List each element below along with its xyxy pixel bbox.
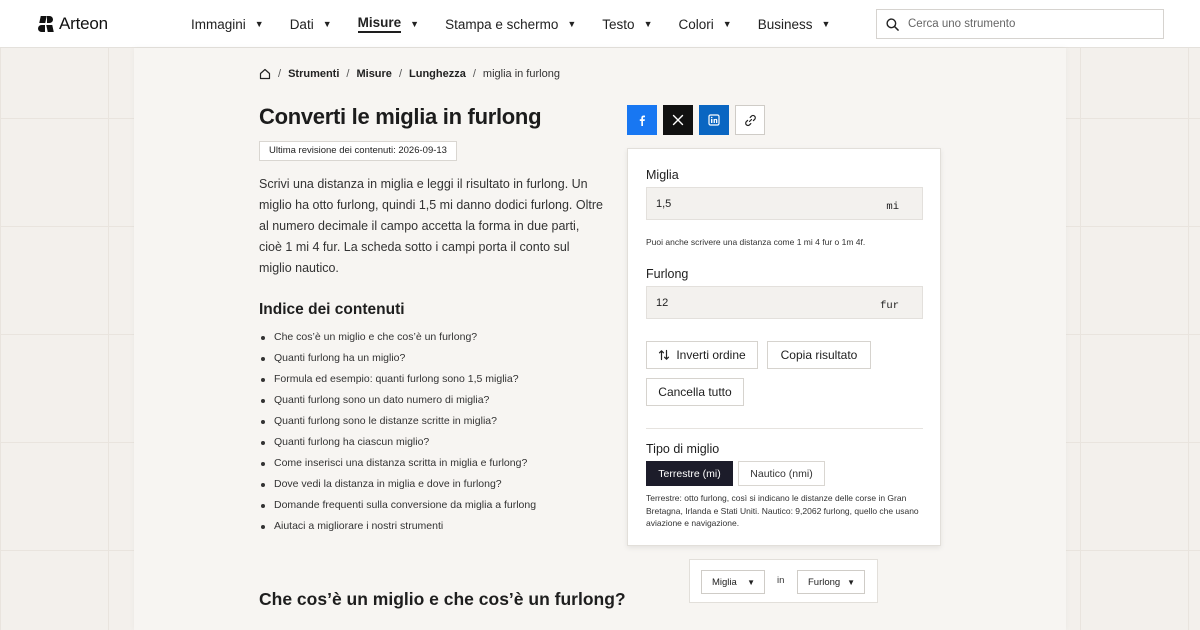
x-icon	[672, 114, 684, 126]
from-unit-value: Miglia	[712, 576, 737, 588]
intro-paragraph: Scrivi una distanza in miglia e leggi il…	[259, 177, 603, 275]
miles-unit: mi	[886, 200, 899, 213]
swap-button[interactable]: Inverti ordine	[646, 341, 758, 369]
nav-item-immagini[interactable]: Immagini ▼	[191, 17, 264, 32]
page-title: Converti le miglia in furlong	[259, 104, 542, 129]
nav-label: Stampa e schermo	[445, 16, 559, 32]
breadcrumb-separator: /	[472, 68, 476, 80]
clear-all-label: Cancella tutto	[658, 385, 732, 399]
search-input[interactable]	[908, 18, 1148, 30]
copy-result-button[interactable]: Copia risultato	[767, 341, 871, 369]
toc-link[interactable]: Aiutaci a migliorare i nostri strumenti	[259, 516, 536, 537]
breadcrumb-current: miglia in furlong	[482, 68, 560, 80]
home-icon[interactable]	[259, 68, 271, 80]
miles-value: 1,5	[656, 197, 672, 210]
converter-card: Miglia 1,5 mi Puoi anche scrivere una di…	[627, 148, 941, 546]
mile-type-terrestre[interactable]: Terrestre (mi)	[646, 461, 733, 486]
nav-label: Business	[757, 16, 813, 32]
breadcrumb-item-strumenti[interactable]: Strumenti	[288, 68, 339, 80]
toc-link[interactable]: Quanti furlong sono le distanze scritte …	[259, 411, 536, 432]
brand-name: Arteon	[59, 14, 108, 33]
swap-arrows-icon	[659, 349, 670, 361]
clear-all-button[interactable]: Cancella tutto	[646, 378, 744, 406]
nav-label: Testo	[602, 16, 635, 32]
nav-item-colori[interactable]: Colori ▼	[679, 17, 732, 32]
nav-item-testo[interactable]: Testo ▼	[602, 17, 652, 32]
breadcrumb-separator: /	[278, 68, 282, 80]
mile-type-nautico[interactable]: Nautico (nmi)	[738, 461, 825, 486]
toc-title: Indice dei contenuti	[259, 301, 405, 318]
unit-selector-bar: Miglia ▼ in Furlong ▼	[689, 559, 878, 603]
to-unit-select[interactable]: Furlong ▼	[797, 570, 865, 594]
caret-down-icon: ▼	[821, 19, 831, 29]
furlong-label: Furlong	[646, 267, 689, 281]
breadcrumb-item-lunghezza[interactable]: Lunghezza	[409, 68, 466, 80]
toc-link[interactable]: Che cos’è un miglio e che cos’è un furlo…	[259, 327, 536, 348]
breadcrumb-item-misure[interactable]: Misure	[356, 68, 391, 80]
breadcrumb-separator: /	[398, 68, 402, 80]
miles-label: Miglia	[646, 168, 679, 182]
toc-link[interactable]: Come inserisci una distanza scritta in m…	[259, 453, 536, 474]
section-title: Che cos’è un miglio e che cos’è un furlo…	[259, 589, 626, 609]
logo-icon	[38, 16, 54, 32]
toc-link[interactable]: Domande frequenti sulla conversione da m…	[259, 495, 536, 516]
search-box[interactable]	[876, 9, 1164, 39]
caret-down-icon: ▼	[722, 19, 732, 29]
toc-link[interactable]: Quanti furlong ha un miglio?	[259, 348, 536, 369]
furlong-input[interactable]: 12 fur	[646, 286, 923, 319]
brand-logo[interactable]: Arteon	[38, 13, 108, 35]
nav-label: Colori	[678, 16, 714, 32]
revision-badge: Ultima revisione dei contenuti: 2026-09-…	[259, 141, 457, 161]
toc-link[interactable]: Formula ed esempio: quanti furlong sono …	[259, 369, 536, 390]
search-icon	[886, 17, 899, 31]
caret-down-icon: ▼	[254, 19, 264, 29]
miles-input[interactable]: 1,5 mi	[646, 187, 923, 220]
caret-down-icon: ▼	[567, 19, 577, 29]
unit-connector: in	[777, 575, 785, 586]
toc-link[interactable]: Quanti furlong ha ciascun miglio?	[259, 432, 536, 453]
share-x-button[interactable]	[663, 105, 693, 135]
nav-item-stampa-e-schermo[interactable]: Stampa e schermo ▼	[445, 17, 576, 32]
card-divider	[646, 428, 923, 429]
nav-item-business[interactable]: Business ▼	[758, 17, 831, 32]
share-buttons	[627, 105, 765, 135]
caret-down-icon: ▼	[747, 577, 755, 587]
share-facebook-button[interactable]	[627, 105, 657, 135]
breadcrumb: / Strumenti / Misure / Lunghezza / migli…	[259, 68, 560, 80]
nav-item-dati[interactable]: Dati ▼	[290, 17, 332, 32]
mile-type-description: Terrestre: otto furlong, così si indican…	[646, 493, 919, 528]
copy-link-button[interactable]	[735, 105, 765, 135]
linkedin-icon	[708, 114, 720, 126]
caret-down-icon: ▼	[643, 19, 653, 29]
facebook-icon	[639, 115, 645, 126]
swap-button-label: Inverti ordine	[676, 348, 746, 362]
table-of-contents: Che cos’è un miglio e che cos’è un furlo…	[259, 327, 536, 537]
nav-label: Immagini	[191, 16, 246, 32]
nav-item-misure[interactable]: Misure ▼	[357, 15, 420, 33]
furlong-unit: fur	[880, 299, 899, 312]
copy-result-label: Copia risultato	[780, 348, 858, 362]
toc-link[interactable]: Quanti furlong sono un dato numero di mi…	[259, 390, 536, 411]
link-icon	[744, 114, 756, 126]
furlong-value: 12	[656, 296, 669, 309]
site-header: Arteon Immagini ▼ Dati ▼ Misure ▼ Stampa e …	[0, 0, 1200, 48]
mile-type-label: Tipo di miglio	[646, 442, 720, 456]
to-unit-value: Furlong	[808, 576, 841, 588]
caret-down-icon: ▼	[322, 19, 332, 29]
caret-down-icon: ▼	[410, 19, 420, 29]
caret-down-icon: ▼	[847, 577, 855, 587]
toc-link[interactable]: Dove vedi la distanza in miglia e dove i…	[259, 474, 536, 495]
main-nav: Immagini ▼ Dati ▼ Misure ▼ Stampa e schermo…	[191, 0, 856, 48]
input-hint: Puoi anche scrivere una distanza come 1 …	[646, 237, 866, 247]
nav-label: Dati	[289, 16, 314, 32]
from-unit-select[interactable]: Miglia ▼	[701, 570, 765, 594]
breadcrumb-separator: /	[346, 68, 350, 80]
nav-label: Misure	[357, 15, 402, 33]
share-linkedin-button[interactable]	[699, 105, 729, 135]
